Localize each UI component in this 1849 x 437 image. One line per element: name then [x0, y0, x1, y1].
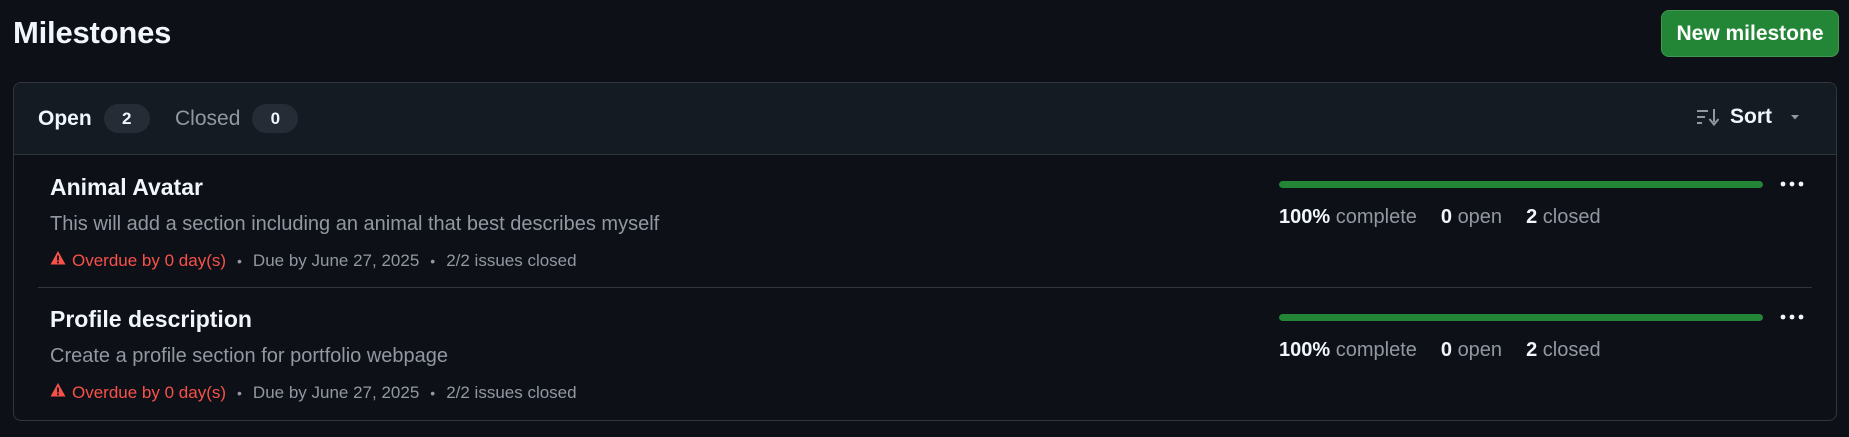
overdue-status: Overdue by 0 day(s) [50, 382, 226, 403]
percent-complete: 100% complete [1279, 206, 1417, 228]
milestone-row: Animal Avatar This will add a section in… [38, 155, 1812, 288]
separator-dot: • [430, 252, 436, 269]
milestone-description: Create a profile section for portfolio w… [50, 345, 449, 367]
open-count: 0 open [1440, 339, 1503, 361]
overdue-text: Overdue by 0 day(s) [72, 250, 227, 270]
chevron-down-icon [1782, 107, 1808, 127]
milestone-row: Profile description Create a profile sec… [38, 288, 1812, 420]
tab-closed[interactable]: Closed 0 [175, 104, 299, 133]
separator-dot: • [430, 384, 436, 401]
progress-stats: 100% complete 0 open 2 closed [1279, 339, 1625, 362]
milestone-description: This will add a section including an ani… [50, 213, 660, 235]
progress-bar [1279, 181, 1763, 188]
closed-count: 2 closed [1526, 206, 1601, 228]
milestone-title[interactable]: Animal Avatar [50, 174, 203, 201]
percent-complete: 100% complete [1279, 339, 1417, 361]
due-date: Due by June 27, 2025 [252, 382, 420, 402]
issues-closed: 2/2 issues closed [446, 382, 577, 402]
overdue-status: Overdue by 0 day(s) [50, 250, 226, 271]
milestone-title[interactable]: Profile description [50, 306, 252, 333]
separator-dot: • [237, 384, 242, 401]
tab-open[interactable]: Open 2 [38, 104, 150, 133]
closed-count: 2 closed [1526, 339, 1601, 361]
sort-button[interactable]: Sort [1696, 105, 1808, 129]
kebab-menu-icon[interactable] [1772, 302, 1812, 332]
progress-fill [1279, 181, 1763, 188]
progress-fill [1279, 314, 1763, 321]
page-title: Milestones [13, 15, 172, 50]
separator-dot: • [237, 252, 242, 269]
list-header: Open 2 Closed 0 Sort [14, 83, 1836, 155]
milestones-page: Milestones New milestone Open 2 Closed 0 [0, 0, 1849, 437]
kebab-menu-icon[interactable] [1772, 169, 1812, 199]
overdue-text: Overdue by 0 day(s) [72, 382, 227, 402]
tab-open-label: Open [38, 106, 92, 130]
milestone-meta: Overdue by 0 day(s) • Due by June 27, 20… [50, 382, 577, 403]
alert-icon [50, 382, 66, 403]
new-milestone-button[interactable]: New milestone [1661, 10, 1839, 57]
milestone-meta: Overdue by 0 day(s) • Due by June 27, 20… [50, 250, 577, 271]
sort-icon [1696, 107, 1720, 127]
closed-count-badge: 0 [252, 104, 299, 133]
tab-closed-label: Closed [175, 106, 241, 130]
alert-icon [50, 250, 66, 271]
open-count: 0 open [1440, 206, 1503, 228]
page-header: Milestones New milestone [13, 10, 1839, 70]
issues-closed: 2/2 issues closed [446, 250, 577, 270]
open-count-badge: 2 [103, 104, 150, 133]
due-date: Due by June 27, 2025 [252, 250, 420, 270]
milestones-list: Open 2 Closed 0 Sort Animal Avatar This … [13, 82, 1837, 421]
progress-bar [1279, 314, 1763, 321]
progress-stats: 100% complete 0 open 2 closed [1279, 206, 1625, 229]
sort-label: Sort [1730, 105, 1772, 128]
